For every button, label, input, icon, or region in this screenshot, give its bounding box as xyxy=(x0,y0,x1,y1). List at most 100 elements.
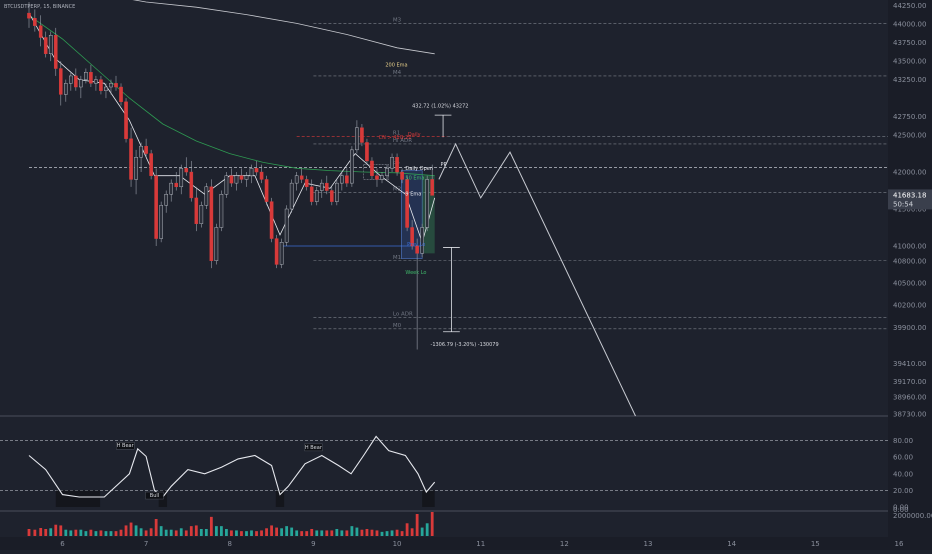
price-tick-label: 38730.00 xyxy=(893,410,926,418)
volume-bar xyxy=(94,531,98,536)
volume-bar xyxy=(204,529,208,536)
volume-bar xyxy=(189,526,193,536)
price-tick-label: 40200.00 xyxy=(893,302,926,310)
trading-chart[interactable]: BTCUSDTPERP, 15, BINANCE 44250.00 44000.0… xyxy=(0,0,932,550)
price-tick-label: 42000.00 xyxy=(893,169,926,177)
candle-body xyxy=(184,168,189,173)
volume-bar xyxy=(320,530,324,536)
chart-window: BTCUSDTPERP, 15, BINANCE 44250.00 44000.0… xyxy=(0,0,932,550)
candle-body xyxy=(174,182,179,188)
time-tick-label: 7 xyxy=(144,540,148,548)
volume-bar xyxy=(315,530,319,536)
chart-annotation: 50 Ema xyxy=(405,175,424,181)
candle-body xyxy=(330,190,334,202)
volume-bar xyxy=(290,527,294,536)
volume-bar xyxy=(27,529,31,536)
time-tick-label: 12 xyxy=(560,540,569,548)
candle-body xyxy=(299,175,304,180)
candle-body xyxy=(395,157,399,173)
candle-body xyxy=(234,175,239,184)
candle-body xyxy=(264,179,269,202)
volume-bar xyxy=(335,529,339,536)
candle-body xyxy=(274,238,279,265)
time-tick-label: 8 xyxy=(228,540,232,548)
candle-body xyxy=(360,127,364,143)
candle-body xyxy=(134,157,138,180)
volume-bar xyxy=(54,524,58,536)
volume-bar xyxy=(199,529,203,536)
candle-body xyxy=(119,86,123,103)
candle-body xyxy=(104,86,108,91)
oscillator-tick-label: 40.00 xyxy=(893,470,913,478)
volume-bar xyxy=(139,528,143,536)
candle-body xyxy=(89,72,93,84)
volume-bar xyxy=(385,531,389,536)
volume-bar xyxy=(370,529,374,536)
chart-annotation: PP xyxy=(441,162,447,168)
volume-bar xyxy=(345,530,349,536)
oscillator-label: Bull xyxy=(150,493,159,499)
volume-bar xyxy=(89,529,93,536)
candle-body xyxy=(430,179,434,196)
candle-body xyxy=(239,175,244,180)
candle-body xyxy=(27,12,31,19)
chart-annotation: CN > 41G.22 xyxy=(379,135,412,141)
candle-body xyxy=(38,25,43,38)
volume-bar xyxy=(430,512,434,536)
oscillator-tick-label: 20.00 xyxy=(893,487,913,495)
level-label: M0 xyxy=(393,323,402,329)
volume-bar xyxy=(270,525,273,536)
candle-body xyxy=(43,37,48,54)
volume-bar xyxy=(340,530,344,536)
level-label: M3 xyxy=(393,17,402,23)
candle-body xyxy=(144,145,148,154)
candle-body xyxy=(204,186,209,206)
candle-body xyxy=(324,182,329,191)
candle-body xyxy=(74,75,78,88)
candle-body xyxy=(400,171,404,180)
candle-body xyxy=(259,171,264,180)
candle-body xyxy=(375,175,379,180)
volume-bar xyxy=(420,527,424,536)
volume-bar xyxy=(169,529,173,536)
volume-bar xyxy=(390,530,394,536)
oscillator-label: H Bear xyxy=(305,445,323,451)
candle-body xyxy=(309,186,314,202)
volume-bar xyxy=(265,528,268,536)
volume-bar xyxy=(305,531,309,536)
chart-annotation: Daily Open xyxy=(405,166,433,172)
volume-bar xyxy=(355,527,359,536)
candle-body xyxy=(189,171,194,199)
candle-body xyxy=(79,79,83,88)
time-tick-label: 10 xyxy=(393,540,402,548)
price-tick-label: 44000.00 xyxy=(893,21,926,29)
volume-bar xyxy=(154,519,158,536)
candle-body xyxy=(269,201,274,239)
volume-bar xyxy=(260,530,263,536)
candle-body xyxy=(69,75,73,84)
candle-body xyxy=(48,35,53,54)
candle-body xyxy=(420,227,424,254)
chart-annotation: 200 Ema xyxy=(385,62,407,68)
volume-bar xyxy=(69,530,73,536)
symbol-title: BTCUSDTPERP, 15, BINANCE xyxy=(4,4,75,10)
level-label: M1 xyxy=(393,255,401,261)
candle-body xyxy=(294,175,299,184)
price-tick-label: 39900.00 xyxy=(893,324,926,332)
price-tick-label: 41000.00 xyxy=(893,242,926,250)
volume-bar xyxy=(159,526,163,536)
price-tick-label: 43500.00 xyxy=(893,58,926,66)
volume-bar xyxy=(410,528,414,536)
candle-body xyxy=(304,179,309,188)
candle-body xyxy=(224,175,229,195)
oscillator-tick-label: 60.00 xyxy=(893,454,913,462)
time-axis[interactable] xyxy=(0,537,932,550)
candle-body xyxy=(194,197,199,224)
volume-bar xyxy=(49,528,53,536)
time-tick-label: 14 xyxy=(727,540,736,548)
candle-body xyxy=(390,157,394,169)
candle-body xyxy=(149,153,153,176)
volume-tick-label: 2000000.00 xyxy=(893,512,932,520)
chart-background xyxy=(0,0,932,550)
volume-bar xyxy=(209,516,213,536)
